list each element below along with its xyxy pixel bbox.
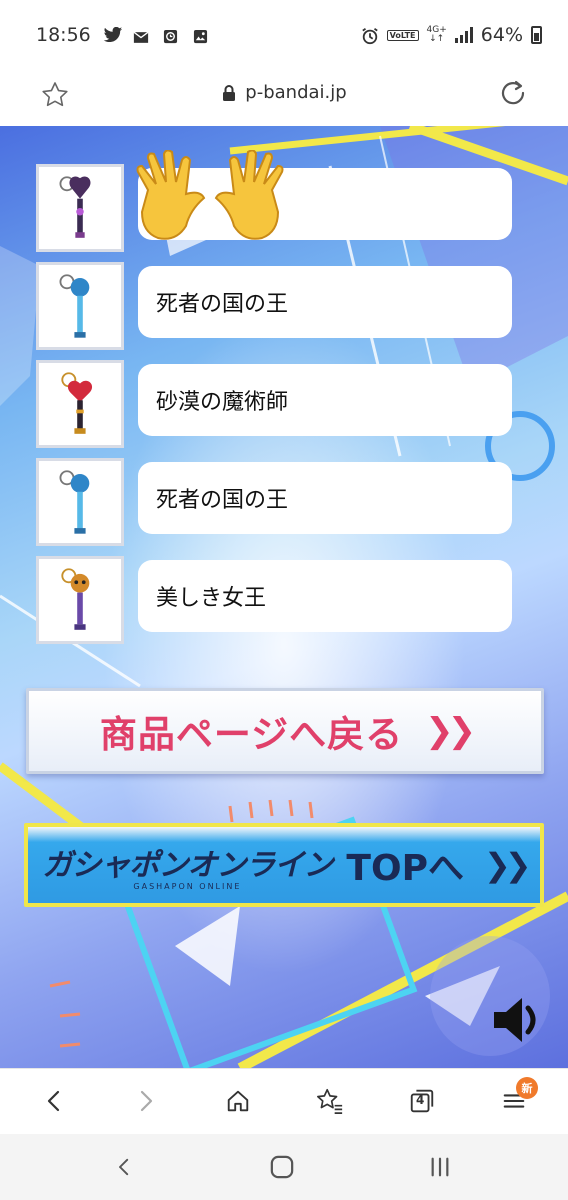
list-item[interactable]: 死者の国の王 xyxy=(36,458,512,548)
lock-icon xyxy=(223,84,236,101)
top-button-label: TOPへ xyxy=(346,848,464,889)
item-label: 美しき女王 xyxy=(138,560,512,632)
battery-percent: 64% xyxy=(480,24,523,46)
page-content: 死者の国の王 砂漠の魔術師 死者の国の王 美しき女王 商品ページへ戻る ❯❯ ガ… xyxy=(0,126,568,1068)
back-arrow-icon[interactable] xyxy=(36,1083,72,1119)
alarm-icon xyxy=(361,27,379,45)
gashapon-top-button[interactable]: ガシャポンオンライン GASHAPON ONLINE TOPへ ❯❯ xyxy=(24,823,544,907)
product-thumbnail xyxy=(36,556,124,644)
product-thumbnail xyxy=(36,164,124,252)
product-thumbnail xyxy=(36,360,124,448)
address-field[interactable]: p-bandai.jp xyxy=(0,82,568,103)
item-label: 死者の国の王 xyxy=(138,462,512,534)
system-back-icon[interactable] xyxy=(104,1152,144,1182)
url-bar: p-bandai.jp xyxy=(0,70,568,126)
tab-count: 4 xyxy=(416,1093,425,1107)
browser-toolbar: 4 新 xyxy=(0,1068,568,1134)
reload-icon[interactable] xyxy=(498,78,528,108)
battery-icon xyxy=(531,26,542,44)
product-thumbnail xyxy=(36,458,124,546)
home-icon[interactable] xyxy=(220,1083,256,1119)
raised-hands-icon xyxy=(136,150,284,240)
forward-arrow-icon[interactable] xyxy=(128,1083,164,1119)
item-label: 死者の国の王 xyxy=(138,266,512,338)
clock-icon xyxy=(163,27,181,44)
system-recents-icon[interactable] xyxy=(420,1152,460,1182)
twitter-icon xyxy=(103,26,122,43)
gashapon-logo: ガシャポンオンライン GASHAPON ONLINE xyxy=(42,840,333,891)
system-nav-bar xyxy=(0,1134,568,1200)
logo-subtext: GASHAPON ONLINE xyxy=(133,881,242,891)
bookmarks-icon[interactable] xyxy=(312,1083,348,1119)
speaker-icon[interactable] xyxy=(490,994,548,1046)
logo-text: ガシャポンオンライン xyxy=(42,847,333,883)
network-type: 4G+ ↓↑ xyxy=(426,25,447,44)
volte-indicator: VoLTE xyxy=(386,29,419,41)
list-item[interactable]: 砂漠の魔術師 xyxy=(36,360,512,450)
status-bar: 18:56 VoLTE 4G+ ↓↑ 64% xyxy=(0,0,568,70)
product-thumbnail xyxy=(36,262,124,350)
double-chevron-icon: ❯❯ xyxy=(425,711,476,751)
tabs-icon[interactable]: 4 xyxy=(404,1083,440,1119)
double-chevron-icon: ❯❯ xyxy=(483,846,532,884)
system-home-icon[interactable] xyxy=(262,1152,302,1182)
menu-icon[interactable]: 新 xyxy=(496,1077,538,1119)
mail-icon xyxy=(133,27,151,43)
item-label: 砂漠の魔術師 xyxy=(138,364,512,436)
list-item[interactable]: 死者の国の王 xyxy=(36,262,512,352)
back-button-label: 商品ページへ戻る xyxy=(99,713,404,756)
list-item[interactable]: 美しき女王 xyxy=(36,556,512,646)
image-icon xyxy=(193,27,211,44)
url-domain: p-bandai.jp xyxy=(245,82,347,103)
new-badge: 新 xyxy=(516,1077,538,1099)
status-time: 18:56 xyxy=(36,24,91,46)
signal-icon xyxy=(454,27,473,43)
back-to-product-button[interactable]: 商品ページへ戻る ❯❯ xyxy=(26,688,544,774)
